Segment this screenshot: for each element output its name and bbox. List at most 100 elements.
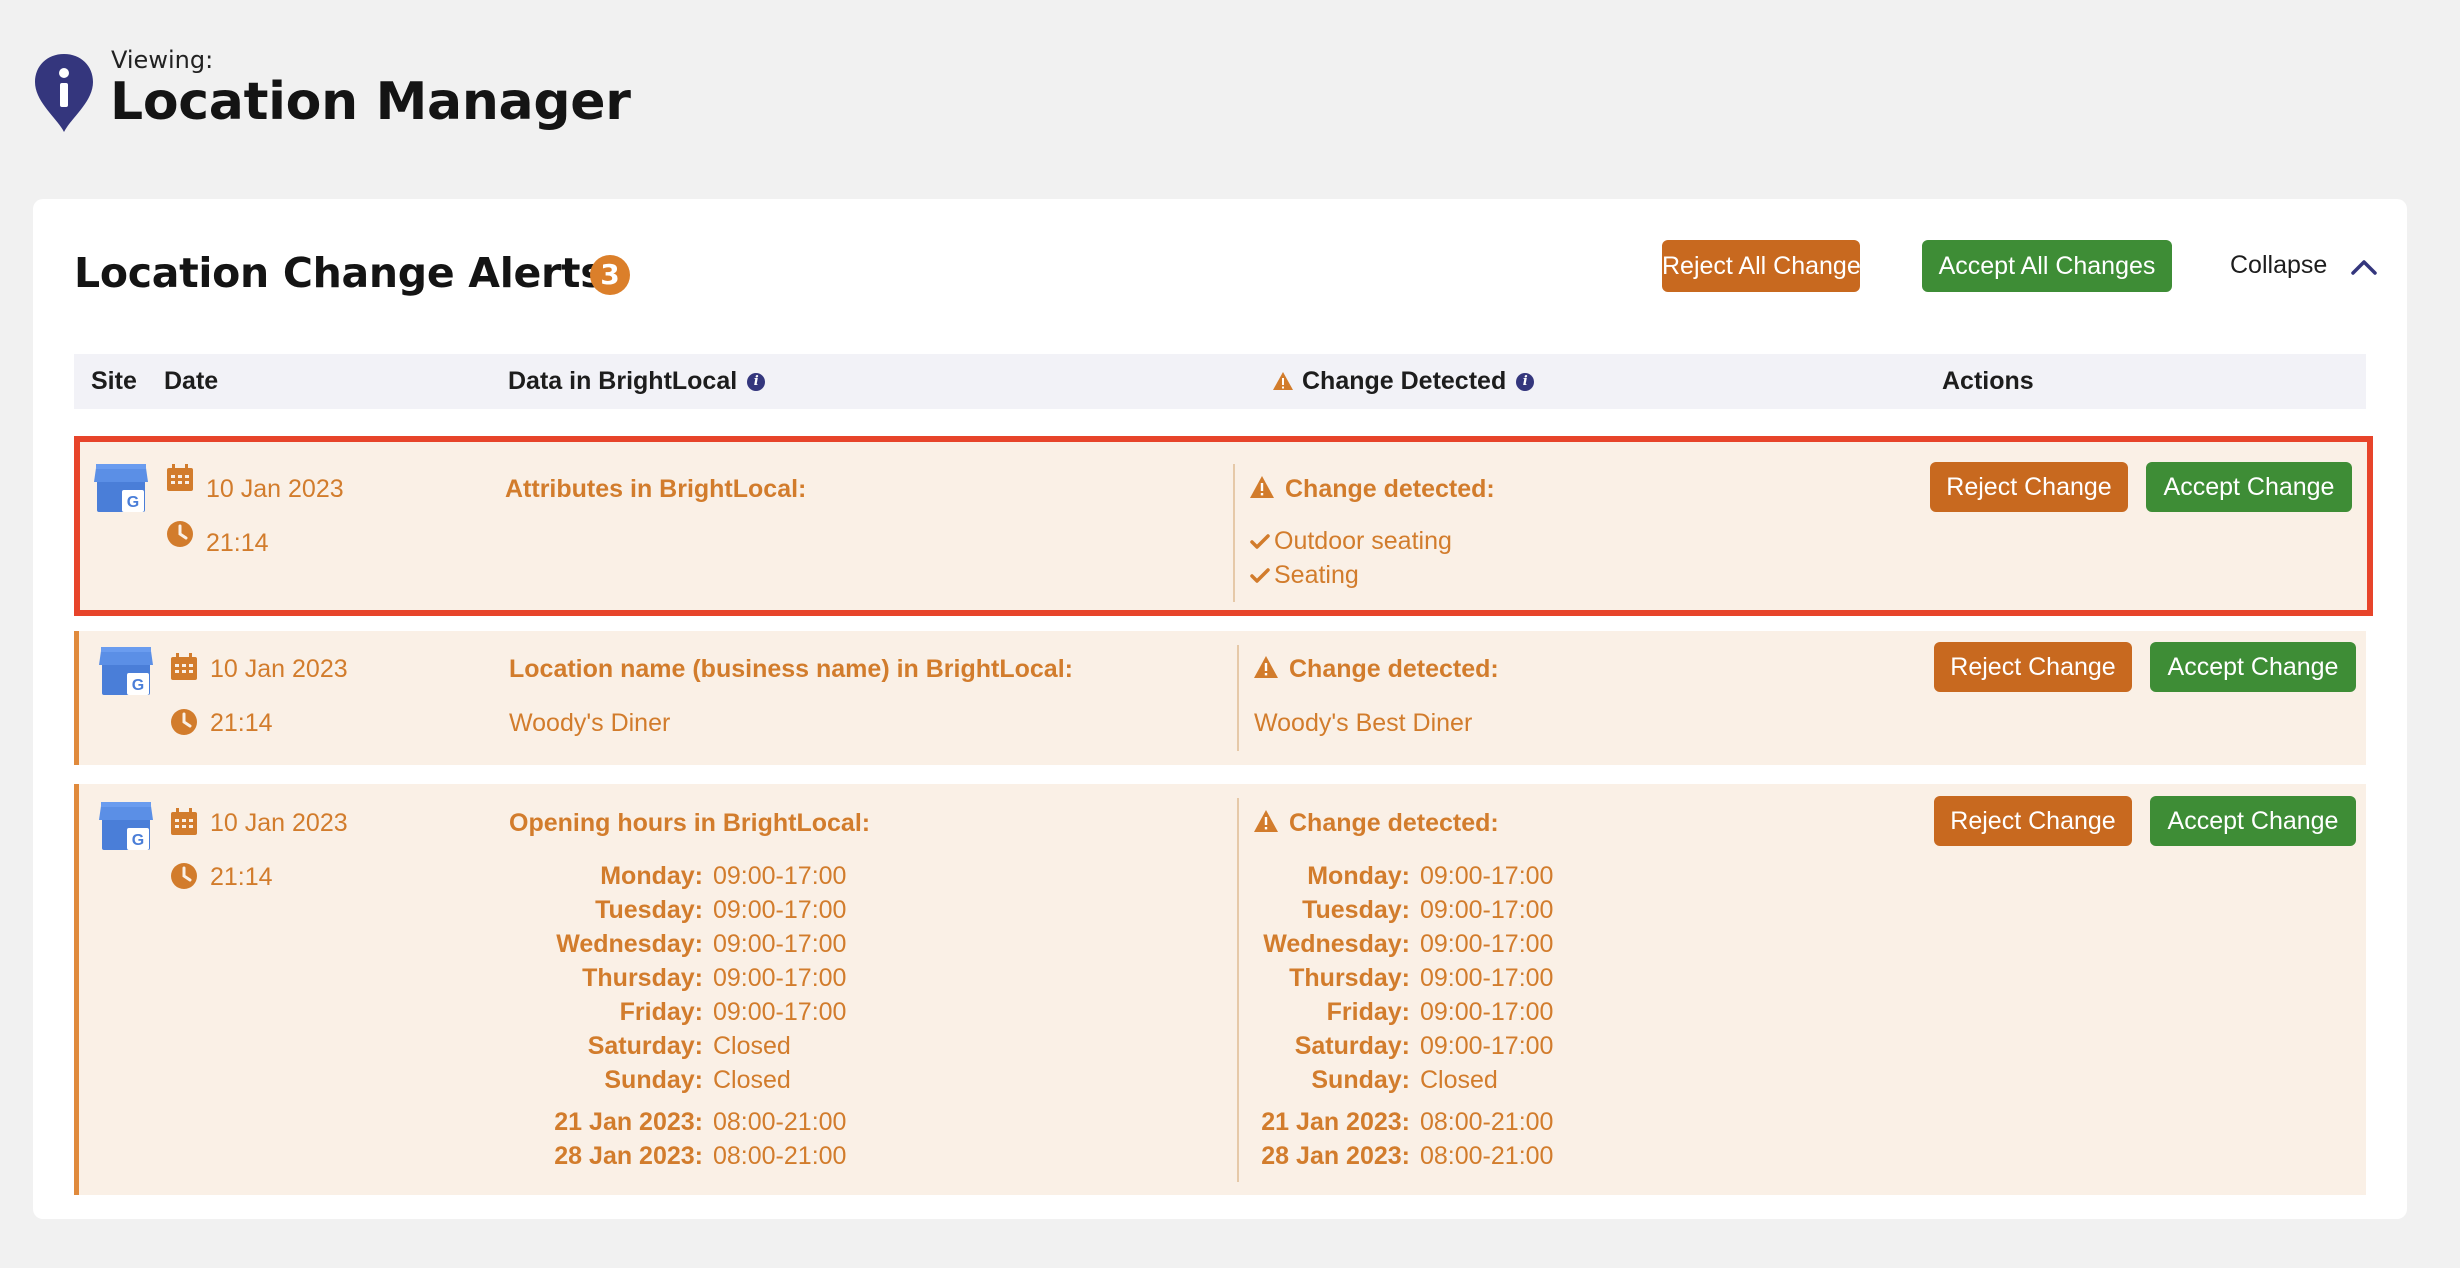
- accept-change-button[interactable]: Accept Change: [2146, 462, 2352, 512]
- hours-day: Friday:: [1326, 998, 1410, 1026]
- chevron-up-icon: [2351, 260, 2377, 275]
- special-hours-value: 08:00-21:00: [713, 1142, 847, 1170]
- page-title: Location Manager: [110, 72, 631, 132]
- data-label: Location name (business name) in BrightL…: [509, 655, 1073, 683]
- special-hours-date: 21 Jan 2023:: [1261, 1108, 1410, 1136]
- hours-day: Thursday:: [582, 964, 703, 992]
- column-date: Date: [164, 367, 219, 395]
- hours-day: Tuesday:: [1302, 896, 1410, 924]
- hours-value: 09:00-17:00: [713, 896, 847, 924]
- table-row: G 10 Jan 2023 21:14 Location name (busin…: [74, 631, 2366, 765]
- warning-icon: [1250, 476, 1274, 498]
- alert-time: 21:14: [206, 529, 269, 557]
- data-value: Woody's Diner: [509, 709, 671, 737]
- clock-icon: [167, 521, 193, 547]
- column-data-label: Data in BrightLocal: [508, 367, 738, 395]
- alert-date: 10 Jan 2023: [210, 809, 348, 837]
- hours-value: 09:00-17:00: [713, 930, 847, 958]
- hours-day: Monday:: [1307, 862, 1410, 890]
- accept-change-button[interactable]: Accept Change: [2150, 796, 2356, 846]
- hours-value: 09:00-17:00: [713, 964, 847, 992]
- hours-value: Closed: [713, 1032, 791, 1060]
- location-pin-info-icon: [35, 54, 93, 132]
- special-hours-date: 28 Jan 2023:: [554, 1142, 703, 1170]
- reject-change-button[interactable]: Reject Change: [1930, 462, 2128, 512]
- table-row: G 10 Jan 2023 21:14 Attributes in Bright…: [74, 436, 2373, 616]
- svg-text:G: G: [127, 494, 139, 511]
- location-change-alerts-panel: Location Change Alerts 3 Reject All Chan…: [33, 199, 2407, 1219]
- google-business-store-icon: G: [99, 647, 153, 695]
- column-change-label: Change Detected: [1302, 367, 1507, 395]
- info-icon[interactable]: i: [747, 373, 766, 392]
- reject-change-button[interactable]: Reject Change: [1934, 796, 2132, 846]
- reject-all-changes-button[interactable]: Reject All Changes: [1662, 240, 1873, 292]
- change-item: Seating: [1274, 561, 1359, 589]
- viewing-label: Viewing:: [111, 46, 214, 74]
- info-icon[interactable]: i: [1516, 373, 1535, 392]
- calendar-icon: [171, 808, 197, 835]
- hours-day: Thursday:: [1289, 964, 1410, 992]
- hours-day: Tuesday:: [595, 896, 703, 924]
- svg-text:G: G: [132, 677, 144, 694]
- change-label: Change detected:: [1285, 475, 1495, 503]
- alert-time: 21:14: [210, 863, 273, 891]
- warning-icon: [1273, 372, 1293, 390]
- special-hours-value: 08:00-21:00: [1420, 1142, 1554, 1170]
- accept-all-changes-button[interactable]: Accept All Changes: [1922, 240, 2172, 292]
- hours-day: Sunday:: [604, 1066, 703, 1094]
- clock-icon: [171, 709, 197, 735]
- warning-icon: [1254, 656, 1278, 678]
- warning-icon: [1254, 810, 1278, 832]
- hours-day: Saturday:: [587, 1032, 703, 1060]
- panel-title: Location Change Alerts: [74, 249, 605, 297]
- check-icon: [1250, 568, 1270, 583]
- hours-value: 09:00-17:00: [1420, 1032, 1554, 1060]
- calendar-icon: [171, 653, 197, 680]
- hours-value: 09:00-17:00: [1420, 964, 1554, 992]
- google-business-store-icon: G: [99, 802, 153, 850]
- hours-value: 09:00-17:00: [1420, 930, 1554, 958]
- alert-date: 10 Jan 2023: [210, 655, 348, 683]
- hours-value: 09:00-17:00: [1420, 998, 1554, 1026]
- change-label: Change detected:: [1289, 655, 1499, 683]
- collapse-toggle[interactable]: Collapse: [2230, 251, 2377, 280]
- hours-day: Wednesday:: [556, 930, 703, 958]
- hours-value: Closed: [713, 1066, 791, 1094]
- data-label: Opening hours in BrightLocal:: [509, 809, 871, 837]
- change-item: Outdoor seating: [1274, 527, 1452, 555]
- change-value: Woody's Best Diner: [1254, 709, 1473, 737]
- accept-change-button[interactable]: Accept Change: [2150, 642, 2356, 692]
- hours-day: Friday:: [619, 998, 703, 1026]
- special-hours-value: 08:00-21:00: [713, 1108, 847, 1136]
- alert-count-badge: 3: [590, 255, 630, 295]
- change-label: Change detected:: [1289, 809, 1499, 837]
- data-label: Attributes in BrightLocal:: [505, 475, 807, 503]
- hours-day: Saturday:: [1294, 1032, 1410, 1060]
- table-row: G 10 Jan 2023 21:14 Opening hours in Bri…: [74, 784, 2366, 1195]
- alert-date: 10 Jan 2023: [206, 475, 344, 503]
- column-divider: [1237, 645, 1239, 751]
- column-divider: [1233, 464, 1235, 602]
- svg-text:G: G: [132, 832, 144, 849]
- hours-value: Closed: [1420, 1066, 1498, 1094]
- hours-value: 09:00-17:00: [1420, 896, 1554, 924]
- hours-value: 09:00-17:00: [713, 862, 847, 890]
- hours-value: 09:00-17:00: [1420, 862, 1554, 890]
- column-change: Change Detected i: [1272, 354, 1535, 409]
- reject-change-button[interactable]: Reject Change: [1934, 642, 2132, 692]
- column-actions: Actions: [1942, 367, 2034, 395]
- table-header: Site Date Data in BrightLocal i Change De…: [74, 354, 2366, 409]
- hours-value: 09:00-17:00: [713, 998, 847, 1026]
- hours-day: Monday:: [600, 862, 703, 890]
- column-site: Site: [91, 367, 137, 395]
- check-icon: [1250, 534, 1270, 549]
- google-business-store-icon: G: [94, 464, 148, 512]
- alert-time: 21:14: [210, 709, 273, 737]
- calendar-icon: [167, 464, 193, 491]
- hours-day: Wednesday:: [1263, 930, 1410, 958]
- special-hours-value: 08:00-21:00: [1420, 1108, 1554, 1136]
- clock-icon: [171, 863, 197, 889]
- collapse-label: Collapse: [2230, 251, 2328, 279]
- special-hours-date: 28 Jan 2023:: [1261, 1142, 1410, 1170]
- column-data: Data in BrightLocal i: [508, 354, 766, 409]
